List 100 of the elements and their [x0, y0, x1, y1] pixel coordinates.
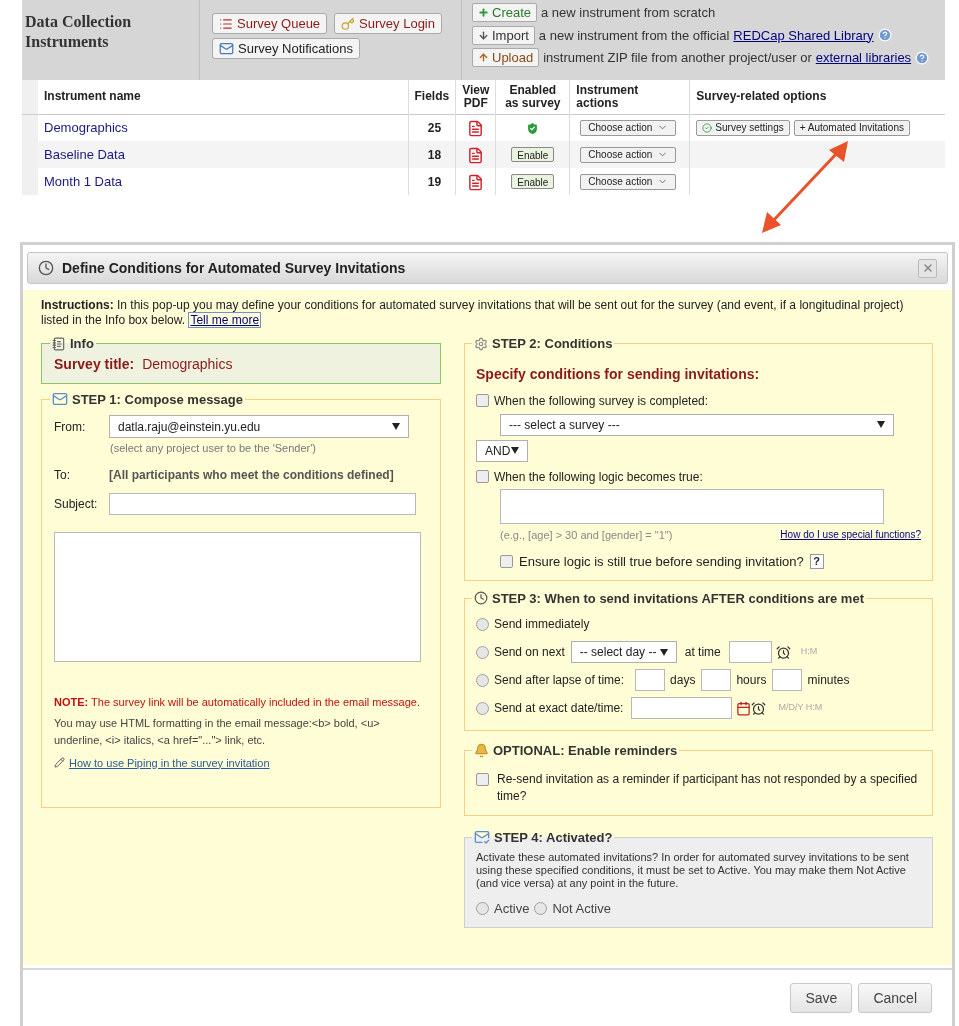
close-button[interactable] — [918, 258, 937, 278]
dialog-button[interactable]: Cancel — [858, 983, 932, 1013]
activation-description: Activate these automated invitations? In order for automated survey invitations to be sent using these specified conditions, it must be set to Active. You may make them Not Active (and vice versa) at any point in the future. — [476, 851, 910, 890]
format-hint: H:M — [800, 645, 818, 659]
at-time-label: at time — [684, 644, 721, 661]
arrow-down-icon — [478, 29, 489, 41]
choose-action-dropdown[interactable]: Choose action — [580, 173, 677, 190]
choose-action-dropdown[interactable]: Choose action — [580, 146, 677, 163]
survey-option-button[interactable]: Survey settings — [696, 119, 790, 136]
special-functions-link[interactable]: How do I use special functions? — [780, 526, 921, 543]
help-icon[interactable] — [877, 28, 892, 43]
instrument-name-link[interactable]: Month 1 Data — [38, 168, 408, 195]
survey-option-button[interactable]: + Automated Invitations — [793, 119, 910, 136]
envelope-icon — [52, 391, 68, 408]
send-option-label: Send after lapse of time: — [494, 672, 625, 689]
piping-help-link[interactable]: How to use Piping in the survey invitation — [69, 754, 270, 771]
instrument-action-button[interactable]: Upload — [472, 48, 540, 68]
select-dropdown[interactable]: -- select day -- — [570, 641, 677, 663]
close-icon — [921, 262, 934, 274]
section-legend: STEP 3: When to send invitations AFTER conditions are met — [492, 588, 864, 608]
envelope-check-icon — [474, 829, 490, 846]
radio-button[interactable] — [476, 902, 489, 916]
clock-icon[interactable] — [775, 644, 791, 660]
instrument-name-link[interactable]: Baseline Data — [38, 141, 408, 168]
arrow-up-icon — [478, 52, 489, 64]
page-title: Data Collection Instruments — [25, 12, 133, 52]
caret-icon — [392, 423, 400, 430]
from-hint: (select any project user to be the 'Sender') — [110, 441, 317, 456]
column-header: Instrument name — [38, 80, 408, 114]
pdf-icon[interactable] — [467, 119, 485, 137]
instructions-text: Instructions: In this pop-up you may define your conditions for automated survey invitations that will be sent out for the survey (and event, if a longitudinal project) listed in the Info box below. Tell me more — [41, 298, 905, 328]
column-header: Fields — [408, 80, 456, 114]
select-dropdown[interactable]: --- select a survey --- — [500, 413, 894, 436]
to-value: [All participants who meet the conditions defined] — [109, 466, 394, 484]
ensure-logic-label: Ensure logic is still true before sending invitation? — [519, 553, 804, 571]
send-option-label: Send immediately — [494, 616, 590, 633]
calendar-icon[interactable] — [736, 700, 752, 716]
library-link[interactable]: external libraries — [815, 48, 912, 68]
subject-field[interactable] — [109, 492, 416, 515]
column-header: Survey-related options — [689, 80, 945, 114]
message-textarea[interactable] — [54, 531, 421, 662]
duration-field[interactable] — [772, 669, 803, 691]
checkbox[interactable] — [476, 470, 489, 483]
list-icon — [219, 16, 233, 31]
tell-me-more-link[interactable]: Tell me more — [188, 312, 262, 328]
send-option-label: Send at exact date/time: — [494, 700, 624, 717]
clock-icon[interactable] — [751, 700, 767, 716]
from-select[interactable]: datla.raju@einstein.yu.edu — [109, 415, 409, 438]
pdf-icon[interactable] — [467, 146, 485, 164]
radio-button[interactable] — [476, 673, 489, 687]
instrument-action-button[interactable]: Create — [472, 3, 538, 23]
section-legend: OPTIONAL: Enable reminders — [493, 741, 678, 761]
survey-title-label: Survey title: — [54, 354, 135, 374]
check-circle-icon — [702, 122, 713, 133]
radio-button[interactable] — [534, 902, 548, 916]
caret-icon — [877, 421, 885, 428]
subject-label: Subject: — [54, 495, 99, 513]
html-formatting-hint: You may use HTML formatting in the email message:<b> bold, <u> underline, <i> italics, <a href="..."> link, etc. — [54, 715, 381, 748]
radio-button[interactable] — [476, 701, 489, 715]
select-dropdown[interactable]: AND — [476, 439, 528, 462]
instrument-action-button[interactable]: Import — [472, 25, 535, 45]
library-link[interactable]: REDCap Shared Library — [733, 25, 874, 45]
datetime-field[interactable] — [631, 697, 733, 719]
activation-option-label: Not Active — [552, 900, 611, 918]
pdf-icon[interactable] — [467, 173, 485, 191]
condition-label: When the following survey is completed: — [494, 392, 709, 410]
logic-example: (e.g., [age] > 30 and [gender] = "1") — [500, 527, 673, 543]
section-legend: STEP 1: Compose message — [72, 389, 243, 409]
radio-button[interactable] — [476, 645, 489, 659]
plus-icon — [478, 7, 489, 19]
column-header: Instrument actions — [569, 80, 690, 114]
conditions-heading: Specify conditions for sending invitations: — [476, 364, 761, 384]
survey-option-button[interactable]: Survey Notifications — [212, 38, 360, 59]
enable-button[interactable]: Enable — [511, 173, 555, 189]
survey-option-button[interactable]: Survey Queue — [212, 13, 328, 34]
note-text: NOTE: The survey link will be automatically included in the email message. — [54, 694, 422, 710]
caret-icon — [511, 447, 519, 454]
action-description: a new instrument from the official — [538, 26, 730, 45]
to-label: To: — [54, 466, 71, 484]
checkbox[interactable] — [476, 772, 489, 786]
checkbox[interactable] — [500, 555, 513, 569]
logic-field[interactable] — [500, 488, 884, 524]
choose-action-dropdown[interactable]: Choose action — [580, 119, 677, 136]
pencil-icon — [54, 757, 65, 769]
envelope-icon — [219, 41, 234, 56]
from-label: From: — [54, 418, 87, 436]
instrument-name-link[interactable]: Demographics — [38, 114, 408, 141]
help-button[interactable]: ? — [809, 554, 824, 570]
survey-option-button[interactable]: Survey Login — [334, 13, 442, 34]
help-icon[interactable] — [915, 50, 930, 65]
dialog-button[interactable]: Save — [790, 983, 853, 1013]
enable-button[interactable]: Enable — [511, 146, 555, 162]
send-option-label: Send on next — [494, 644, 565, 661]
activation-option-label: Active — [494, 900, 530, 918]
duration-field[interactable] — [701, 669, 732, 691]
duration-field[interactable] — [635, 669, 666, 691]
radio-button[interactable] — [476, 617, 489, 631]
time-field[interactable] — [728, 641, 772, 663]
key-icon — [341, 16, 356, 31]
checkbox[interactable] — [476, 394, 489, 407]
